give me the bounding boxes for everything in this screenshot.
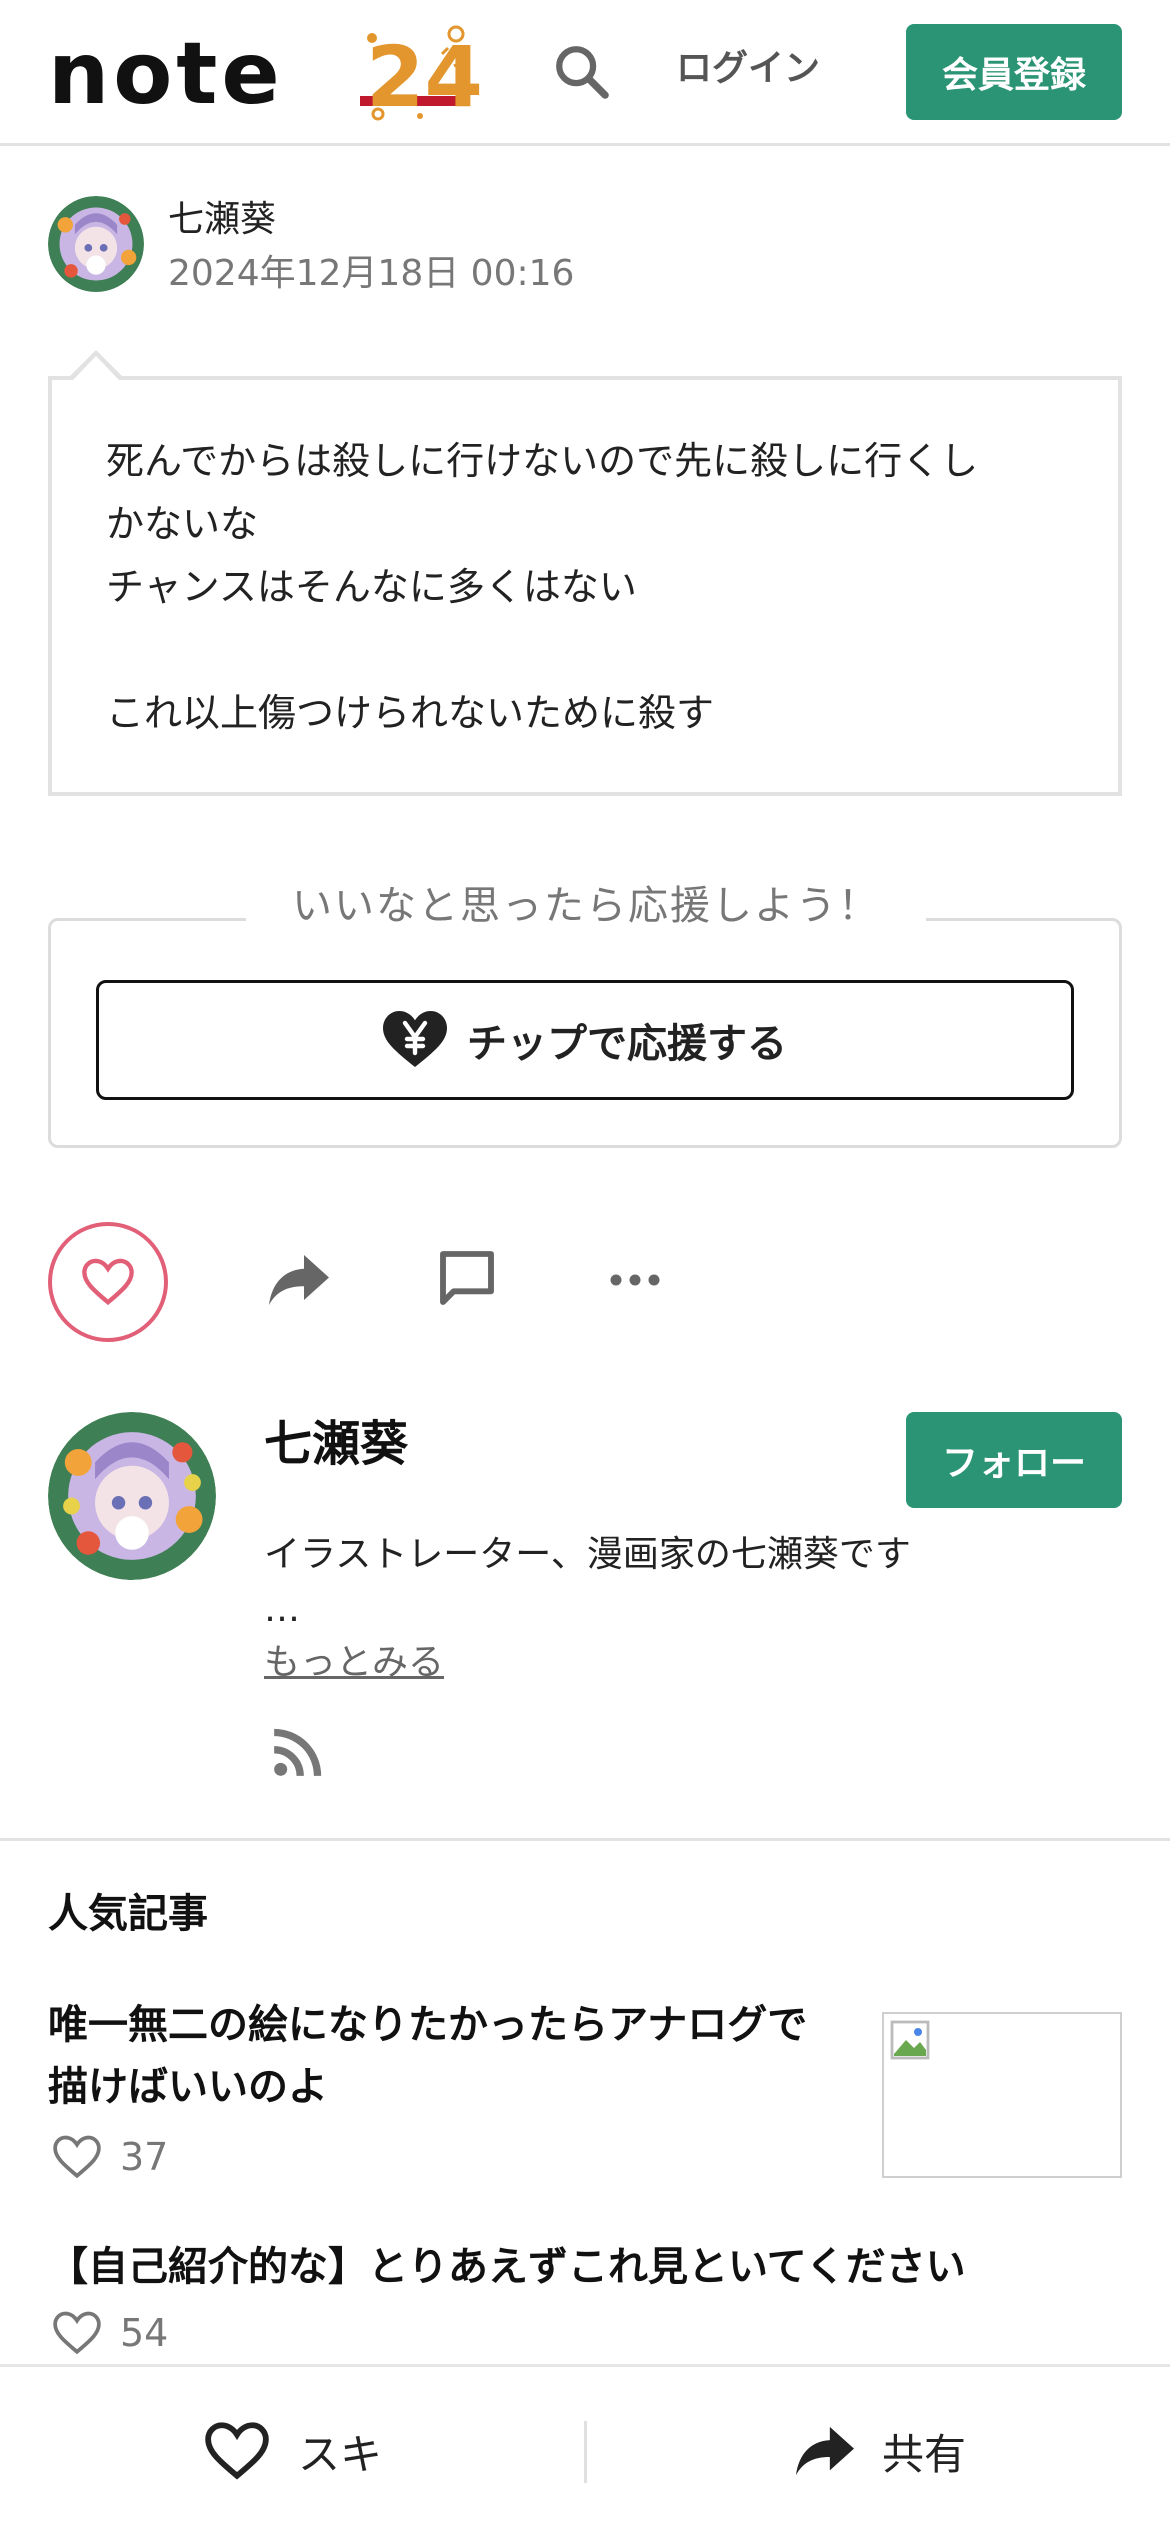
more-button[interactable] [600,1245,670,1315]
creator-avatar[interactable] [48,1412,216,1580]
bottom-like-button[interactable]: スキ [204,2403,382,2499]
tip-button-label: チップで応援する [467,1021,787,1067]
bottom-share-label: 共有 [882,2429,967,2479]
article-thumbnail[interactable] [882,2012,1122,2178]
search-button[interactable] [548,38,614,104]
search-icon [556,46,609,99]
site-header: note 24 ログイン 会員登録 [0,0,1170,146]
heart-icon [205,2422,269,2480]
see-more-link[interactable]: もっとみる [264,1638,444,1688]
article-title[interactable]: 唯一無二の絵になりたかったらアナログで [48,1994,807,2056]
creator-name[interactable]: 七瀬葵 [264,1412,408,1476]
login-link[interactable]: ログイン [676,44,820,94]
post-date: 2024年12月18日 00:16 [168,253,575,294]
heart-icon [82,1258,134,1306]
bottom-share-button[interactable]: 共有 [796,2403,966,2499]
bottom-action-bar: スキ 共有 [0,2364,1170,2532]
logo-text: note [48,24,284,124]
rss-button[interactable] [272,1726,332,1786]
bottom-bar-divider [584,2421,587,2483]
popular-heading: 人気記事 [48,1891,208,1937]
share-icon [269,1255,329,1305]
follow-button[interactable]: フォロー [906,1412,1122,1508]
post-line: チャンスはそんなに多くはない [106,565,637,609]
heart-icon [53,2135,101,2179]
author-name[interactable]: 七瀬葵 [168,198,276,242]
article-title[interactable]: 描けばいいのよ [48,2056,328,2118]
logo-24-text: 24 [366,28,483,124]
like-button[interactable] [48,1222,168,1342]
heart-icon [53,2311,101,2355]
post-line: 死んでからは殺しに行けないので先に殺しに行くし [106,439,979,483]
share-button[interactable] [264,1245,334,1315]
avatar-illustration [48,196,144,292]
share-icon [796,2426,854,2476]
speech-notch-inner [73,356,119,380]
like-count: 37 [52,2134,168,2180]
creator-bio-ellipsis: … [264,1589,300,1630]
comment-icon [440,1251,494,1305]
yen-heart-icon [383,1011,447,1067]
post-line [106,619,1064,682]
post-line: かないな [106,502,259,546]
broken-image-icon [890,2020,930,2060]
post-body: 死んでからは殺しに行けないので先に殺しに行くし かないな チャンスはそんなに多く… [48,376,1122,796]
logo-24-badge: 24 [360,25,483,124]
creator-bio: イラストレーター、漫画家の七瀬葵です [264,1534,911,1575]
author-avatar[interactable] [48,196,144,292]
rss-icon [273,1728,322,1777]
like-count: 54 [52,2310,168,2356]
like-count-value: 54 [120,2311,169,2355]
article-title[interactable]: 【自己紹介的な】とりあえずこれ見といてください [48,2236,966,2298]
tip-button[interactable]: チップで応援する [96,980,1074,1100]
bottom-like-label: スキ [298,2429,383,2479]
note-logo[interactable]: note 24 [48,24,483,124]
signup-button[interactable]: 会員登録 [906,24,1122,120]
support-prompt: いいなと思ったら応援しよう！ [246,876,926,936]
comment-button[interactable] [432,1243,502,1313]
creator-avatar-illustration [48,1412,216,1580]
more-icon [610,1274,660,1286]
like-count-value: 37 [120,2135,169,2179]
post-line: これ以上傷つけられないために殺す [106,691,715,735]
section-divider [0,1838,1170,1841]
